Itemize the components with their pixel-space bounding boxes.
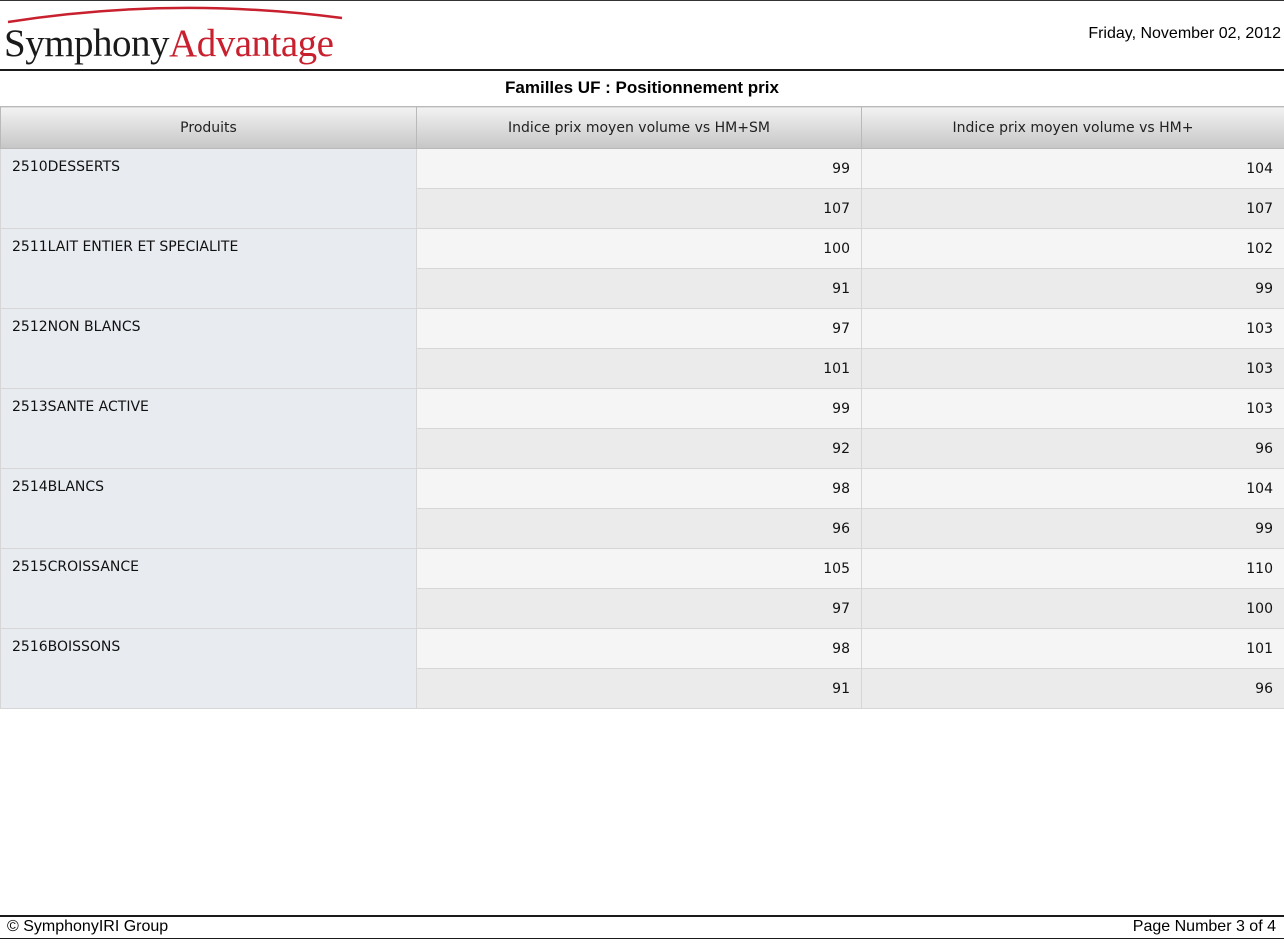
footer-rule-top: [0, 915, 1284, 917]
product-cell: 2512NON BLANCS: [0, 308, 417, 389]
page-number: Page Number 3 of 4: [1132, 918, 1276, 935]
value-cell: 96: [861, 428, 1284, 469]
table-row: 2516BOISSONS 98 101: [0, 628, 1284, 709]
value-cell: 97: [416, 588, 862, 629]
value-cell: 105: [416, 548, 862, 589]
table-row: 2513SANTE ACTIVE 99 103: [0, 388, 1284, 469]
product-cell: 2511LAIT ENTIER ET SPECIALITE: [0, 228, 417, 309]
value-cell: 103: [861, 308, 1284, 349]
product-cell: 2515CROISSANCE: [0, 548, 417, 629]
value-cell: 97: [416, 308, 862, 349]
table-row: 2510DESSERTS 99 104: [0, 148, 1284, 229]
value-cell: 91: [416, 268, 862, 309]
header-rule: [0, 69, 1284, 71]
top-rule: [0, 0, 1284, 1]
product-cell: 2514BLANCS: [0, 468, 417, 549]
value-cell: 99: [861, 268, 1284, 309]
logo-wordmark: SymphonyAdvantage: [4, 22, 334, 66]
value-cell: 110: [861, 548, 1284, 589]
table-row: 2514BLANCS 98 104: [0, 468, 1284, 549]
value-cell: 107: [416, 188, 862, 229]
value-cell: 104: [861, 148, 1284, 189]
value-cell: 104: [861, 468, 1284, 509]
value-cell: 99: [416, 388, 862, 429]
copyright-text: © SymphonyIRI Group: [7, 918, 169, 935]
value-cell: 99: [416, 148, 862, 189]
value-cell: 92: [416, 428, 862, 469]
value-cell: 103: [861, 388, 1284, 429]
value-cell: 96: [861, 668, 1284, 709]
value-cell: 100: [416, 228, 862, 269]
table-row: 2511LAIT ENTIER ET SPECIALITE 100 102: [0, 228, 1284, 309]
value-cell: 100: [861, 588, 1284, 629]
value-cell: 102: [861, 228, 1284, 269]
product-cell: 2516BOISSONS: [0, 628, 417, 709]
column-header-index-hm[interactable]: Indice prix moyen volume vs HM+: [861, 106, 1284, 149]
value-cell: 101: [861, 628, 1284, 669]
product-cell: 2510DESSERTS: [0, 148, 417, 229]
logo-word-advantage: Advantage: [169, 22, 334, 65]
report-date: Friday, November 02, 2012: [1088, 25, 1281, 42]
logo-word-symphony: Symphony: [4, 22, 170, 65]
column-header-produits[interactable]: Produits: [0, 106, 417, 149]
value-cell: 98: [416, 468, 862, 509]
value-cell: 107: [861, 188, 1284, 229]
column-header-index-hm-sm[interactable]: Indice prix moyen volume vs HM+SM: [416, 106, 862, 149]
value-cell: 103: [861, 348, 1284, 389]
table-row: 2512NON BLANCS 97 103: [0, 308, 1284, 389]
price-positioning-table: Produits Indice prix moyen volume vs HM+…: [0, 106, 1284, 709]
product-cell: 2513SANTE ACTIVE: [0, 388, 417, 469]
table-header-row: Produits Indice prix moyen volume vs HM+…: [0, 106, 1284, 149]
value-cell: 98: [416, 628, 862, 669]
value-cell: 99: [861, 508, 1284, 549]
value-cell: 96: [416, 508, 862, 549]
value-cell: 91: [416, 668, 862, 709]
report-title: Familles UF : Positionnement prix: [505, 78, 779, 97]
table-row: 2515CROISSANCE 105 110: [0, 548, 1284, 629]
value-cell: 101: [416, 348, 862, 389]
footer-rule-bottom: [0, 938, 1284, 939]
symphony-advantage-logo: SymphonyAdvantage: [4, 2, 349, 68]
